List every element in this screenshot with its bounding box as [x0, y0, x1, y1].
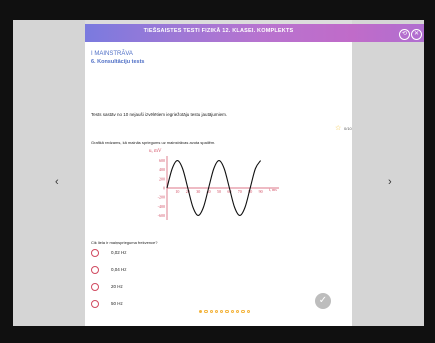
- progress-dot[interactable]: [209, 310, 213, 314]
- previous-arrow-icon[interactable]: ‹: [55, 176, 59, 188]
- progress-dot[interactable]: [241, 310, 245, 314]
- y-tick-label: 0: [163, 186, 165, 191]
- progress-dot[interactable]: [225, 310, 229, 314]
- y-axis-label: u, mV: [149, 149, 162, 154]
- header-title: TIEŠSAISTES TESTI FIZIKĀ 12. KLASEI. KOM…: [143, 28, 294, 34]
- y-tick-label: 200: [159, 176, 165, 181]
- answer-option-1[interactable]: 0,02 Hz: [91, 249, 171, 259]
- y-tick-label: -600: [158, 213, 165, 218]
- progress-dot[interactable]: [220, 310, 224, 314]
- intro-text: Tests sastāv no 10 nejauši izvēlētiem ie…: [91, 112, 228, 117]
- breadcrumb-level1[interactable]: I MAINSTRĀVA: [91, 51, 133, 57]
- left-background: [13, 20, 85, 326]
- answer-option-2[interactable]: 0,04 Hz: [91, 266, 171, 276]
- content-panel: I MAINSTRĀVA 6. Konsultāciju tests Tests…: [85, 42, 352, 326]
- y-tick-label: -400: [158, 204, 165, 209]
- star-icon: ☆: [335, 125, 342, 132]
- answer-option-4[interactable]: 50 Hz: [91, 300, 171, 310]
- x-tick-label: 50: [217, 189, 221, 194]
- submit-check-button[interactable]: ✓: [315, 293, 331, 309]
- close-icon[interactable]: ✕: [411, 29, 422, 40]
- x-tick-label: 90: [259, 189, 263, 194]
- question-progress-dots: [199, 310, 250, 314]
- y-tick-label: 400: [159, 167, 165, 172]
- next-arrow-icon[interactable]: ›: [388, 176, 392, 188]
- progress-dot[interactable]: [204, 310, 208, 314]
- answer-option-3[interactable]: 20 Hz: [91, 283, 171, 293]
- option-label: 50 Hz: [111, 301, 123, 306]
- radio-button[interactable]: [91, 283, 99, 291]
- option-label: 0,04 Hz: [111, 267, 127, 272]
- radio-button[interactable]: [91, 300, 99, 308]
- y-tick-label: 600: [159, 158, 165, 163]
- breadcrumb-level2[interactable]: 6. Konsultāciju tests: [91, 59, 145, 65]
- progress-dot[interactable]: [199, 310, 203, 314]
- progress-dot[interactable]: [214, 310, 219, 314]
- x-tick-label: 30: [196, 189, 200, 194]
- y-tick-label: -200: [158, 195, 165, 200]
- voltage-time-chart: u, mV t, ms -600-400-200020040060010 20 30…: [149, 149, 279, 220]
- option-label: 0,02 Hz: [111, 250, 127, 255]
- x-tick-label: 10: [175, 189, 179, 194]
- progress-count: 0/10: [344, 126, 352, 131]
- x-tick-label: 70: [238, 189, 242, 194]
- back-arrow-icon[interactable]: ⟲: [399, 29, 410, 40]
- header-bar: TIEŠSAISTES TESTI FIZIKĀ 12. KLASEI. KOM…: [85, 24, 352, 42]
- radio-button[interactable]: [91, 249, 99, 257]
- question-prompt: Grafikā redzams, kā mainās spriegums uz …: [91, 140, 216, 145]
- header-actions: ⟲ ✕: [352, 24, 424, 42]
- question-text: Cik liela ir maiņsprieguma frekvence?: [91, 240, 158, 245]
- progress-dot[interactable]: [246, 310, 250, 314]
- option-label: 20 Hz: [111, 284, 123, 289]
- device-frame: TIEŠSAISTES TESTI FIZIKĀ 12. KLASEI. KOM…: [0, 0, 435, 343]
- right-background: [352, 20, 424, 326]
- radio-button[interactable]: [91, 266, 99, 274]
- progress-dot[interactable]: [236, 310, 240, 314]
- app-screen: TIEŠSAISTES TESTI FIZIKĀ 12. KLASEI. KOM…: [13, 20, 424, 326]
- progress-dot[interactable]: [230, 310, 235, 314]
